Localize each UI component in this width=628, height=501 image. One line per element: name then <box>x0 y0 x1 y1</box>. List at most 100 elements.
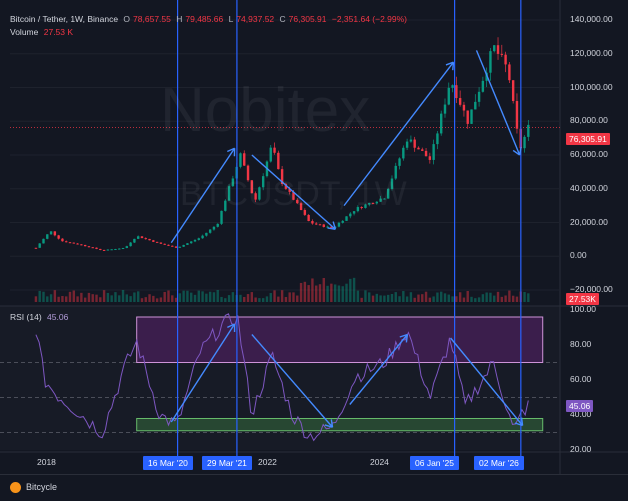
rsi-header: RSI (14) 45.06 <box>10 312 71 322</box>
candle-body <box>440 113 443 134</box>
volume-bar <box>508 290 511 302</box>
volume-bar <box>216 289 219 302</box>
volume-bar <box>38 290 41 302</box>
candle-body <box>345 216 348 221</box>
rsi-oversold-zone <box>136 418 544 432</box>
candle-body <box>68 242 72 244</box>
date-marker-label-3: 06 Jan '25 <box>410 456 459 470</box>
volume-bar <box>227 295 231 302</box>
volume-bar <box>432 296 435 302</box>
volume-bar <box>443 293 447 302</box>
candle-body <box>436 133 439 145</box>
candle-body <box>99 248 102 250</box>
volume-bar <box>326 285 329 302</box>
candle-body <box>315 223 318 225</box>
volume-bar <box>383 295 386 302</box>
volume-bar <box>349 278 352 302</box>
volume-bar <box>489 292 492 302</box>
volume-bar <box>436 292 439 302</box>
candle-body <box>432 144 435 160</box>
year-label-2018: 2018 <box>37 457 56 467</box>
candle-body <box>504 54 507 65</box>
candle-body <box>523 136 526 149</box>
volume-bar <box>102 290 106 302</box>
candle-body <box>515 101 519 129</box>
volume-bar <box>500 296 504 302</box>
volume-bar <box>398 296 401 302</box>
symbol-name[interactable]: Bitcoin / Tether, 1W, Binance <box>10 14 118 24</box>
volume-bar <box>481 294 485 302</box>
volume-bar <box>394 292 397 302</box>
candle-body <box>496 45 500 54</box>
candle-body <box>205 232 208 236</box>
candle-body <box>500 53 504 55</box>
footer-brand[interactable]: Bitcycle <box>26 482 57 492</box>
volume-bar <box>515 296 519 302</box>
candle-body <box>174 246 178 248</box>
low-value: 74,937.52 <box>236 14 275 24</box>
volume-bar <box>178 293 182 302</box>
volume-bar <box>273 290 276 302</box>
volume-bar <box>76 296 79 302</box>
volume-bar <box>83 297 87 302</box>
open-value: 78,657.55 <box>133 14 171 24</box>
price-axis-tick: 80,000.00 <box>570 115 608 126</box>
candle-body <box>466 110 469 124</box>
date-marker-label-1: 16 Mar '20 <box>143 456 193 470</box>
volume-bar <box>68 291 72 302</box>
volume-bar <box>49 294 53 302</box>
candle-body <box>95 247 98 249</box>
volume-bar <box>254 297 257 302</box>
candle-body <box>477 91 481 102</box>
volume-bar <box>243 296 246 302</box>
volume-bar <box>148 294 151 302</box>
candle-body <box>322 224 325 227</box>
volume-bar <box>91 294 94 302</box>
volume-bar <box>261 298 265 302</box>
volume-bar <box>190 292 193 302</box>
candle-body <box>405 141 409 148</box>
price-chart[interactable] <box>0 0 628 474</box>
candle-body <box>125 246 129 249</box>
volume-bar <box>424 291 428 302</box>
candle-body <box>91 247 94 249</box>
volume-bar <box>356 290 360 302</box>
candle-body <box>38 243 41 248</box>
volume-bar <box>167 290 170 302</box>
symbol-header: Bitcoin / Tether, 1W, Binance O 78,657.55… <box>10 14 410 24</box>
volume-bar <box>299 282 303 302</box>
volume-bar <box>474 298 477 302</box>
volume-bar <box>34 296 38 302</box>
volume-bar <box>292 292 295 302</box>
candle-body <box>462 104 466 111</box>
candle-body <box>470 109 473 124</box>
chart-stage[interactable]: Nobitex BTCUSDT, 1W Bitcoin / Tether, 1W… <box>0 0 628 500</box>
volume-bar <box>250 292 254 302</box>
candle-body <box>80 244 83 246</box>
candle-body <box>136 236 140 239</box>
volume-bar <box>470 296 473 302</box>
candle-body <box>273 147 276 153</box>
volume-bar <box>428 297 432 302</box>
year-label-2022: 2022 <box>258 457 277 467</box>
candle-body <box>178 246 182 248</box>
price-axis-tick: 0.00 <box>570 250 587 261</box>
rsi-title[interactable]: RSI (14) <box>10 312 42 322</box>
volume-bar <box>458 292 462 302</box>
volume-bar <box>265 296 269 302</box>
bitcycle-logo-icon <box>10 482 21 493</box>
volume-bar <box>504 295 507 302</box>
candle-body <box>34 247 38 249</box>
volume-bar <box>303 281 307 302</box>
candle-body <box>402 147 405 159</box>
candle-body <box>424 150 428 157</box>
volume-bar <box>155 298 159 302</box>
date-marker-label-4: 02 Mar '26 <box>474 456 524 470</box>
volume-bar <box>288 292 291 302</box>
volume-bar <box>121 289 125 302</box>
rsi-axis-tick: 60.00 <box>570 374 592 384</box>
volume-bar <box>318 284 322 302</box>
volume-bar <box>330 283 333 302</box>
volume-label[interactable]: Volume <box>10 27 38 37</box>
low-label: L <box>228 14 234 24</box>
